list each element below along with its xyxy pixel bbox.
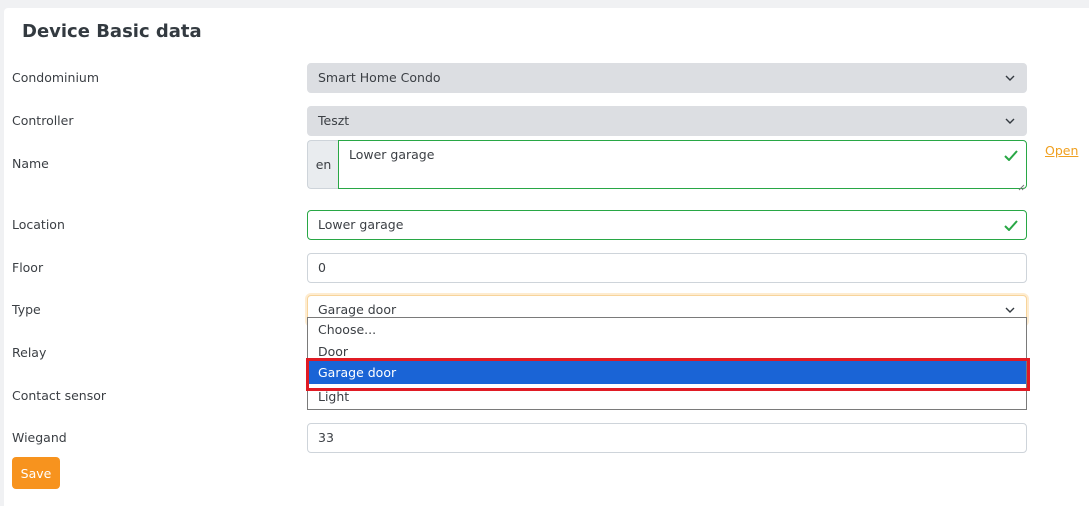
controller-label: Controller [12, 113, 74, 128]
check-icon [1004, 141, 1018, 169]
wiegand-input[interactable]: 33 [307, 423, 1027, 453]
type-value: Garage door [318, 302, 397, 317]
name-textarea[interactable]: Lower garage [338, 140, 1027, 191]
chevron-down-icon [1004, 64, 1016, 92]
open-link[interactable]: Open [1045, 143, 1078, 158]
controller-value: Teszt [318, 113, 350, 128]
location-value: Lower garage [318, 217, 404, 232]
condominium-value: Smart Home Condo [318, 70, 441, 85]
name-input-group: en Lower garage [307, 140, 1027, 191]
language-addon: en [307, 140, 339, 189]
floor-input[interactable]: 0 [307, 253, 1027, 283]
check-icon [1004, 211, 1018, 239]
location-label: Location [12, 217, 65, 232]
type-option-choose[interactable]: Choose... [308, 318, 1026, 341]
condominium-label: Condominium [12, 70, 100, 85]
floor-label: Floor [12, 260, 44, 275]
wiegand-value: 33 [318, 430, 334, 445]
card-title: Device Basic data [22, 21, 202, 42]
resize-handle[interactable] [1017, 179, 1025, 191]
location-input[interactable]: Lower garage [307, 210, 1027, 240]
annotation-highlight-box [306, 358, 1030, 391]
type-label: Type [12, 302, 41, 317]
chevron-down-icon [1004, 107, 1016, 135]
condominium-select[interactable]: Smart Home Condo [307, 63, 1027, 93]
relay-label: Relay [12, 345, 47, 360]
floor-value: 0 [318, 260, 326, 275]
wiegand-label: Wiegand [12, 430, 67, 445]
name-label: Name [12, 156, 49, 171]
name-value: Lower garage [349, 147, 435, 162]
save-button[interactable]: Save [12, 457, 60, 489]
contact-sensor-label: Contact sensor [12, 388, 107, 403]
controller-select[interactable]: Teszt [307, 106, 1027, 136]
